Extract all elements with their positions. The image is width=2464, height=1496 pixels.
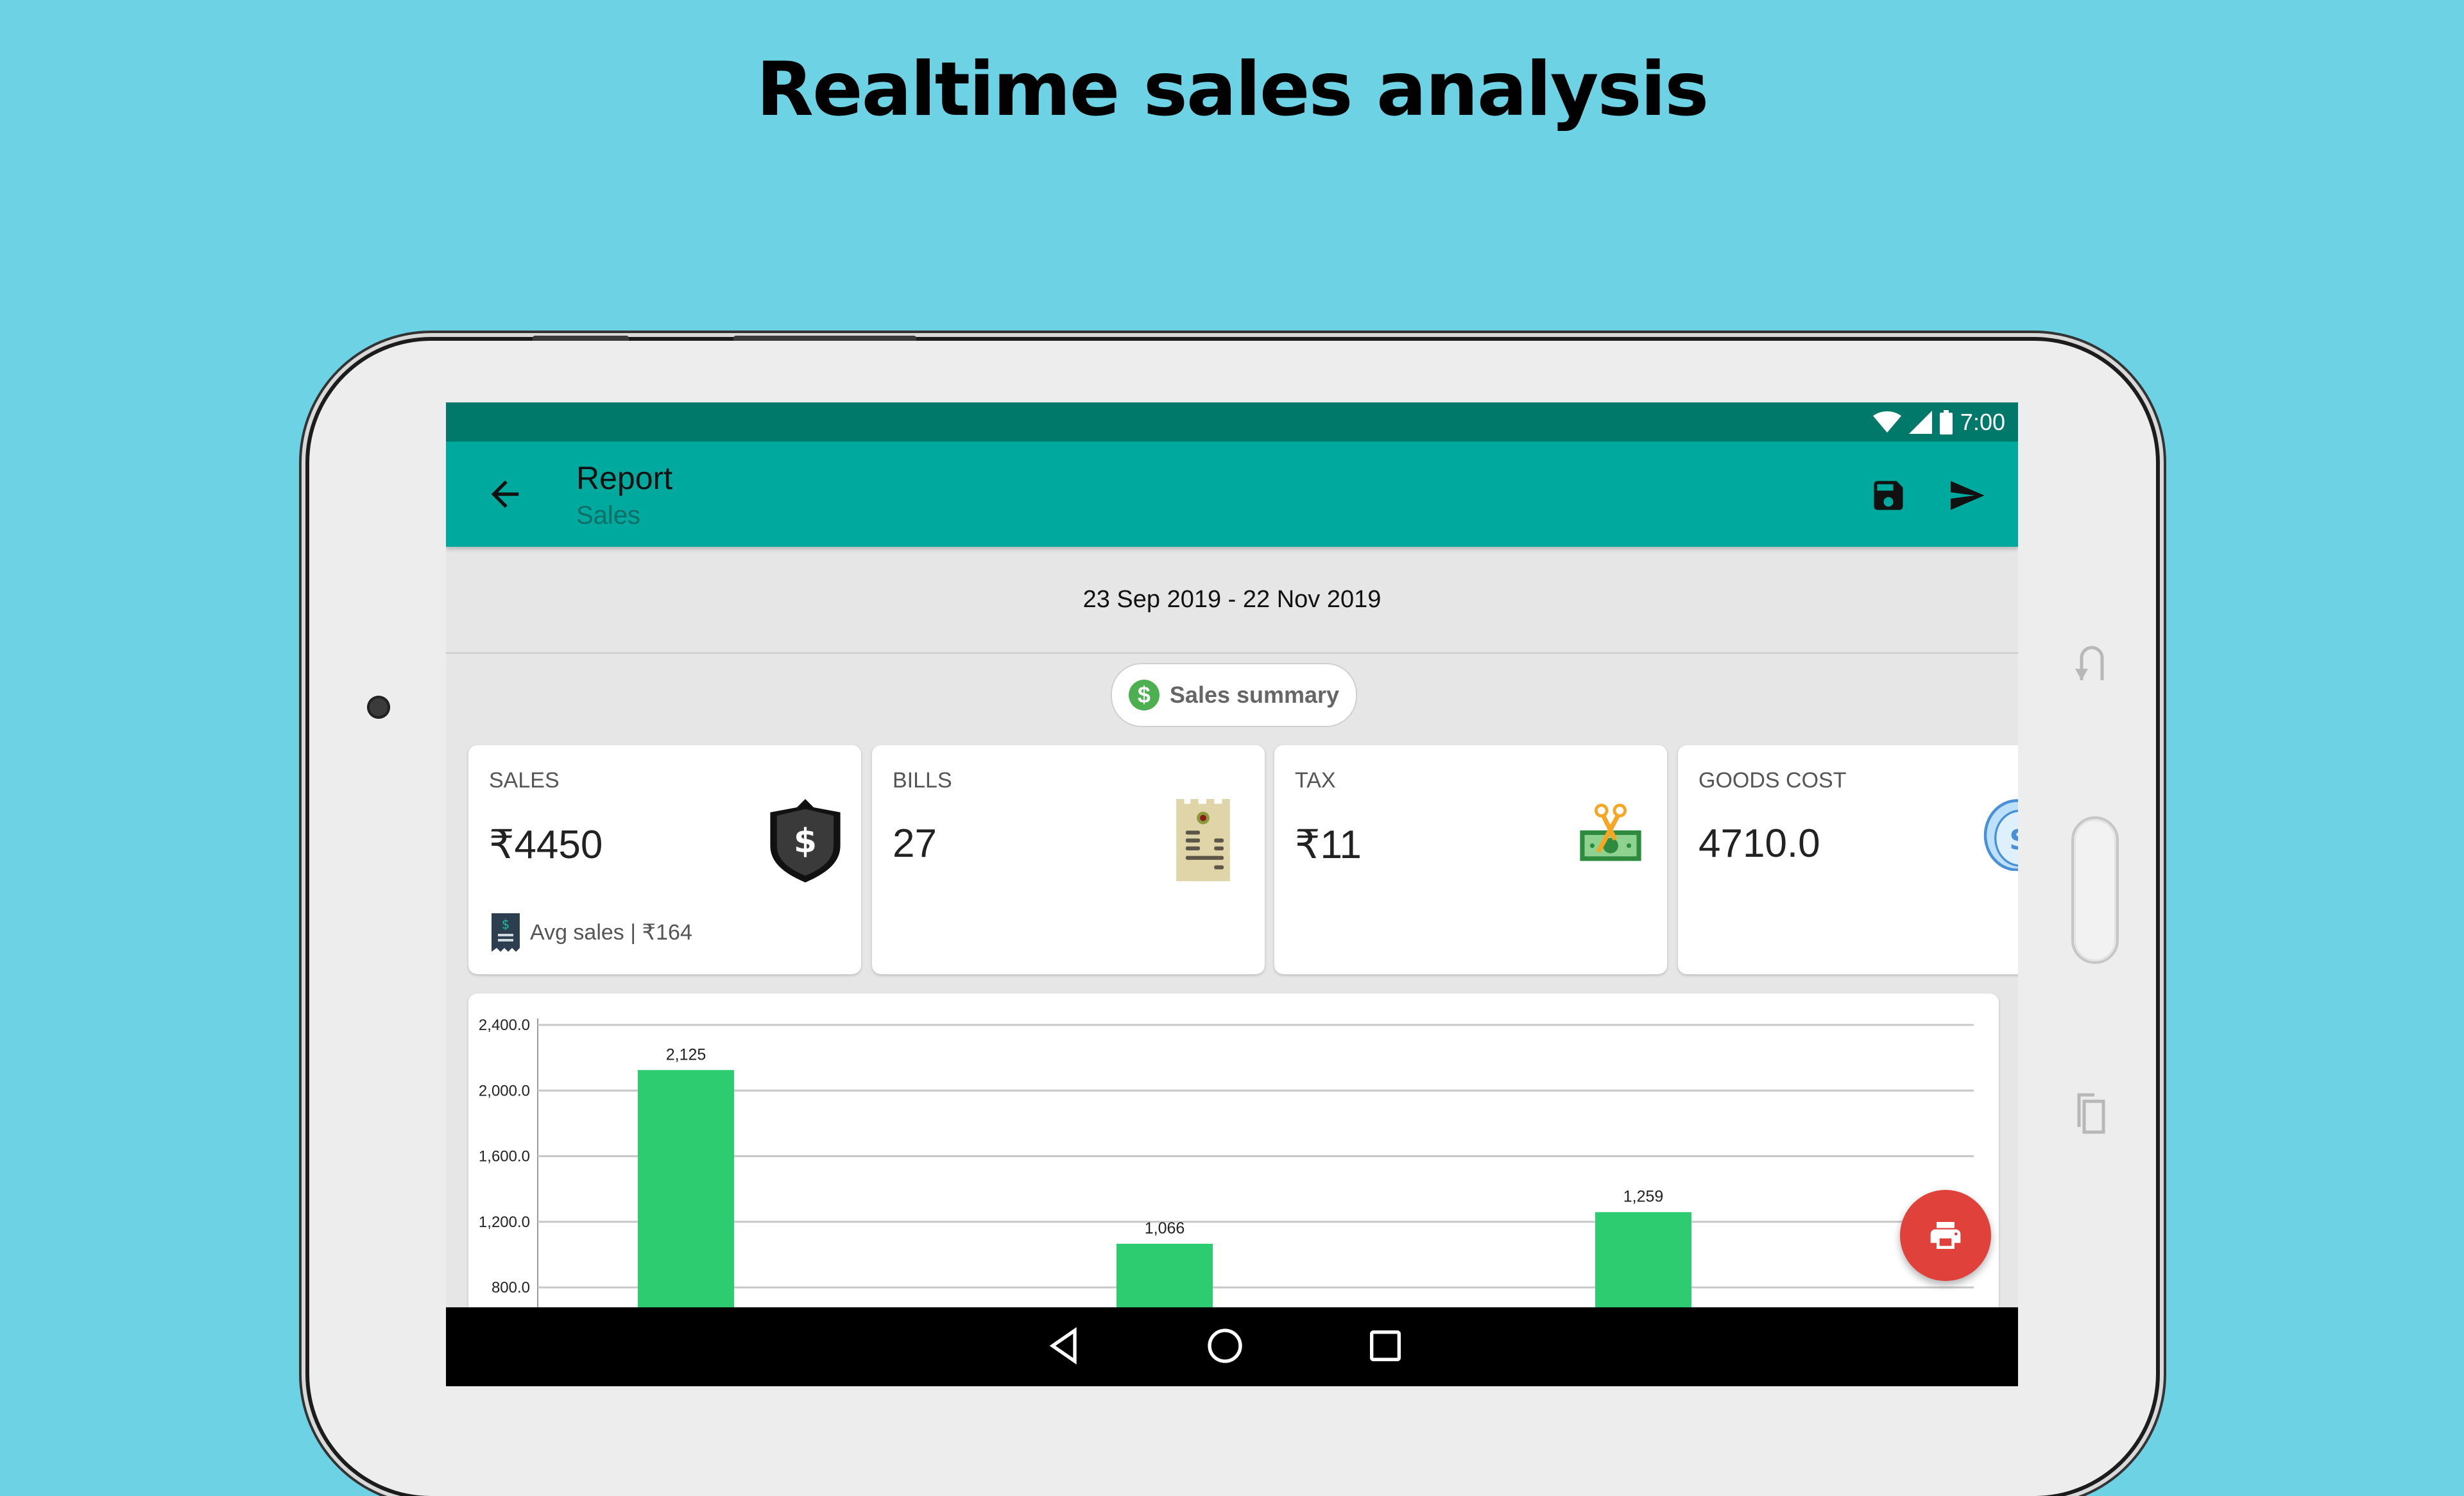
status-bar: 7:00 — [446, 402, 2018, 442]
save-icon[interactable] — [1869, 476, 1908, 515]
card-value: ₹4450 — [489, 823, 603, 867]
card-label: GOODS COST — [1698, 768, 1847, 793]
y-tick-label: 800.0 — [492, 1279, 530, 1296]
card-label: TAX — [1295, 768, 1336, 793]
app-bar: Report Sales — [446, 442, 2018, 547]
battery-icon — [1939, 410, 1953, 434]
sales-summary-chip[interactable]: $ Sales summary — [1111, 663, 1357, 727]
bills-card[interactable]: BILLS 27 — [872, 745, 1265, 974]
print-icon — [1930, 1222, 1961, 1249]
y-tick-label: 2,000.0 — [479, 1082, 530, 1099]
avg-sales: $ Avg sales | ₹164 — [492, 913, 692, 952]
sales-card[interactable]: SALES ₹4450 $ $ Avg sales | ₹164 — [468, 745, 861, 974]
nav-recents-icon[interactable] — [1365, 1325, 1406, 1366]
y-tick-label: 1,200.0 — [479, 1214, 530, 1231]
scissors-cash-icon — [1580, 804, 1641, 861]
chip-label: Sales summary — [1169, 682, 1340, 708]
shield-dollar-icon: $ — [770, 799, 841, 882]
volume-button — [533, 336, 629, 341]
card-label: SALES — [489, 768, 560, 793]
coins-dollar-icon: $ — [1983, 799, 2018, 871]
bar-value-label: 1,066 — [1145, 1219, 1185, 1237]
power-button — [733, 336, 916, 341]
receipt-dollar-icon: $ — [492, 913, 520, 952]
status-time: 7:00 — [1960, 409, 2005, 435]
front-camera — [367, 696, 390, 719]
tax-card[interactable]: TAX ₹11 — [1274, 745, 1667, 974]
bar-value-label: 2,125 — [666, 1045, 706, 1063]
y-tick-label: 2,400.0 — [479, 1017, 530, 1034]
avg-sales-text: Avg sales | ₹164 — [530, 920, 692, 945]
svg-text:$: $ — [2009, 820, 2018, 857]
receipt-icon — [1176, 799, 1230, 881]
card-value: ₹11 — [1295, 823, 1362, 867]
nav-home-icon[interactable] — [1204, 1325, 1245, 1366]
date-range[interactable]: 23 Sep 2019 - 22 Nov 2019 — [446, 547, 2018, 654]
card-label: BILLS — [893, 768, 952, 793]
app-title: Report — [576, 460, 673, 496]
signal-icon — [1908, 411, 1932, 434]
device-screen: 7:00 Report Sales 23 Sep 2019 - 22 Nov 2… — [446, 402, 2018, 1386]
wifi-icon — [1872, 411, 1901, 433]
navigation-bar — [446, 1307, 2018, 1386]
dollar-circle-icon: $ — [1128, 680, 1159, 710]
arrow-back-icon[interactable] — [484, 474, 526, 515]
svg-text:$: $ — [794, 822, 817, 861]
hw-home-key[interactable] — [2071, 816, 2119, 964]
send-icon[interactable] — [1946, 476, 1987, 515]
card-value: 4710.0 — [1698, 821, 1820, 866]
date-range-text: 23 Sep 2019 - 22 Nov 2019 — [1082, 585, 1382, 613]
slide-title: Realtime sales analysis — [756, 46, 1709, 133]
svg-text:$: $ — [502, 916, 510, 932]
card-value: 27 — [893, 821, 937, 866]
goods-cost-card[interactable]: GOODS COST 4710.0 $ — [1678, 745, 2018, 974]
nav-back-icon[interactable] — [1044, 1325, 1085, 1366]
bar-value-label: 1,259 — [1623, 1188, 1664, 1206]
hw-back-key-icon[interactable] — [2073, 642, 2111, 687]
y-tick-label: 1,600.0 — [479, 1148, 530, 1165]
app-subtitle: Sales — [576, 501, 641, 529]
hw-recents-key-icon[interactable] — [2075, 1091, 2109, 1136]
print-button[interactable] — [1900, 1190, 1991, 1281]
